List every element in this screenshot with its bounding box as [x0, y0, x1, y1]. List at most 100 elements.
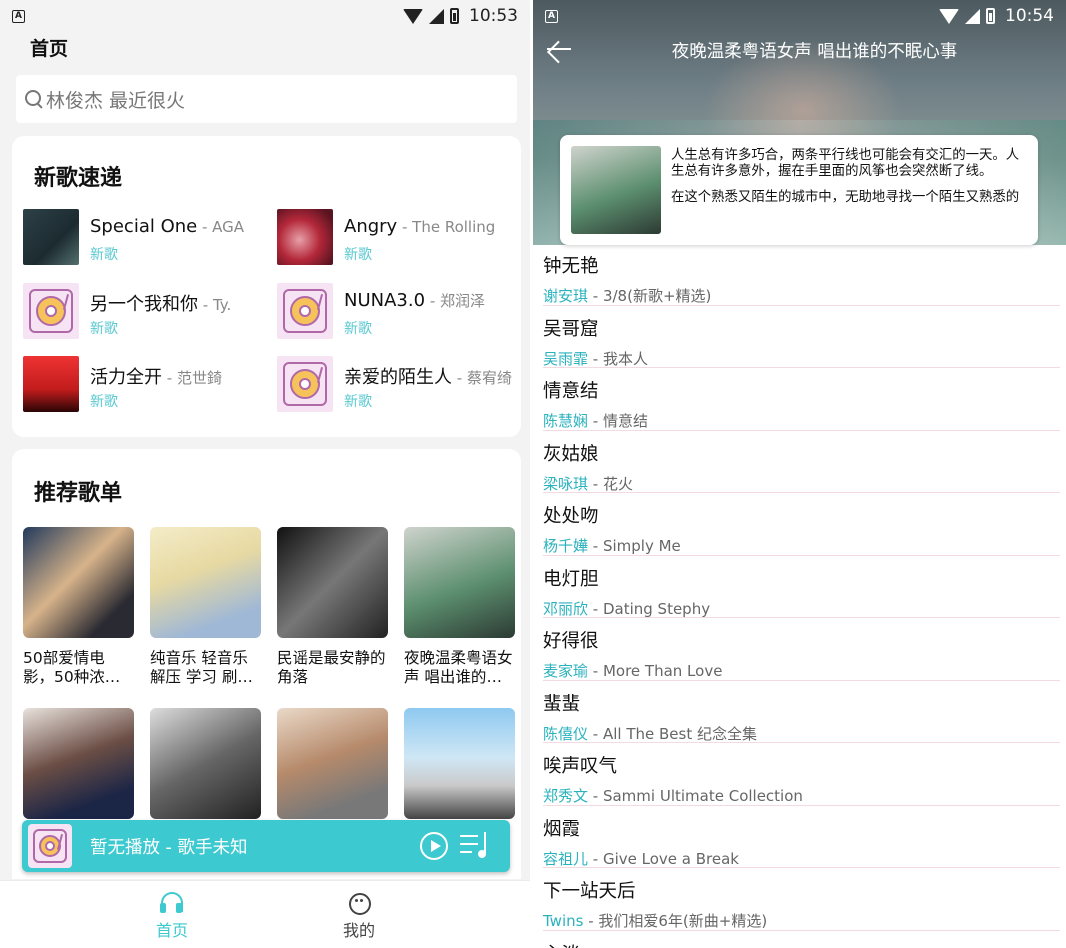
- notification-a-icon: A: [545, 9, 558, 23]
- new-songs-title: 新歌速递: [34, 166, 123, 191]
- track-album: - 3/8(新歌+精选): [588, 287, 712, 305]
- track-name: 蜚蜚: [543, 693, 581, 715]
- track-row[interactable]: 烟霞 容祖儿 - Give Love a Break: [533, 808, 1066, 871]
- new-song-item[interactable]: Angry - The Rolling 新歌: [277, 209, 517, 269]
- new-song-tag: 新歌: [90, 321, 118, 337]
- vinyl-placeholder-icon: [23, 283, 79, 339]
- song-artist: - Ty.: [198, 296, 232, 314]
- playlist-cover: [404, 527, 515, 638]
- vinyl-placeholder-icon: [28, 824, 72, 868]
- new-song-tag: 新歌: [90, 247, 118, 263]
- track-row[interactable]: 下一站天后 Twins - 我们相爱6年(新曲+精选): [533, 870, 1066, 933]
- track-row[interactable]: 唉声叹气 郑秀文 - Sammi Ultimate Collection: [533, 745, 1066, 808]
- track-name: 吴哥窟: [543, 318, 599, 340]
- description-paragraph: 人生总有许多巧合，两条平行线也可能会有交汇的一天。人生总有许多意外，握在手里面的…: [671, 148, 1020, 179]
- headphones-icon: [159, 891, 185, 915]
- playlist-queue-icon[interactable]: [460, 832, 490, 860]
- cellular-signal-icon: [429, 8, 444, 24]
- track-row[interactable]: 电灯胆 邓丽欣 - Dating Stephy: [533, 558, 1066, 621]
- track-row[interactable]: 钟无艳 谢安琪 - 3/8(新歌+精选): [533, 245, 1066, 308]
- new-song-tag: 新歌: [344, 321, 372, 337]
- track-album: - 花火: [588, 474, 633, 493]
- track-singer: 陈僖仪: [543, 724, 589, 743]
- album-cover: [23, 209, 79, 265]
- new-songs-card: 新歌速递 Special One - AGA 新歌 Angry - The Ro…: [12, 136, 521, 437]
- now-playing-text: 暂无播放 - 歌手未知: [90, 838, 248, 858]
- track-name: 唉声叹气: [543, 756, 618, 777]
- track-row[interactable]: 处处吻 杨千嬅 - Simply Me: [533, 495, 1066, 558]
- playlist-item[interactable]: 50部爱情电影，50种浓情蜜意: [23, 527, 134, 687]
- back-arrow-icon[interactable]: [545, 37, 573, 61]
- song-artist: - 范世錡: [162, 369, 222, 387]
- cellular-signal-icon: [965, 8, 980, 24]
- playlist-cover: [150, 527, 261, 638]
- track-singer: 吴雨霏: [543, 349, 589, 368]
- new-song-item[interactable]: NUNA3.0 - 郑润泽 新歌: [277, 283, 517, 343]
- track-album: - Simply Me: [588, 537, 681, 555]
- description-paragraph: 在这个熟悉又陌生的城市中，无助地寻找一个陌生又熟悉的: [671, 190, 1020, 205]
- play-icon[interactable]: [420, 832, 448, 860]
- track-singer: 邓丽欣: [543, 599, 589, 618]
- song-title: Special One: [90, 216, 198, 237]
- song-artist: - 蔡宥绮: [452, 369, 512, 387]
- playlists-title: 推荐歌单: [34, 481, 123, 506]
- track-list: 钟无艳 谢安琪 - 3/8(新歌+精选) 吴哥窟 吴雨霏 - 我本人 情意结 陈…: [533, 245, 1066, 948]
- song-title: NUNA3.0: [344, 290, 426, 311]
- track-album: - 情意结: [588, 412, 648, 430]
- playlist-name: 50部爱情电影，50种浓情蜜意: [23, 649, 121, 686]
- track-row[interactable]: 吴哥窟 吴雨霏 - 我本人: [533, 308, 1066, 371]
- track-album: - Give Love a Break: [588, 849, 739, 868]
- song-artist: - 郑润泽: [425, 292, 485, 310]
- track-singer: 容祖儿: [543, 849, 589, 868]
- status-bar: A 10:54: [533, 0, 1066, 32]
- new-song-tag: 新歌: [344, 394, 372, 410]
- playlist-cover: [404, 708, 515, 819]
- new-song-item[interactable]: Special One - AGA 新歌: [23, 209, 263, 269]
- track-row[interactable]: 情意结 陈慧娴 - 情意结: [533, 370, 1066, 433]
- track-row[interactable]: 蜚蜚 陈僖仪 - All The Best 纪念全集: [533, 683, 1066, 746]
- wifi-icon: [403, 8, 423, 24]
- playlist-item[interactable]: 民谣是最安静的角落: [277, 527, 388, 687]
- playlist-item[interactable]: 夜晚温柔粤语女声 唱出谁的不…: [404, 527, 515, 687]
- status-time: 10:53: [469, 6, 518, 26]
- track-album: - All The Best 纪念全集: [588, 724, 757, 743]
- playlist-cover: [23, 527, 134, 638]
- home-screen: A 10:53 首页 林俊杰 最近很火 新歌速递 Special One - A…: [0, 0, 530, 948]
- track-name: 电灯胆: [543, 568, 599, 590]
- vinyl-placeholder-icon: [277, 283, 333, 339]
- track-row[interactable]: 好得很 麦家瑜 - More Than Love: [533, 620, 1066, 683]
- tab-home[interactable]: 首页: [132, 891, 212, 941]
- battery-icon: [986, 8, 995, 24]
- bottom-tab-bar: 首页 我的: [0, 880, 530, 948]
- tab-me-label: 我的: [342, 921, 375, 940]
- track-row[interactable]: 灰姑娘 梁咏琪 - 花火: [533, 433, 1066, 496]
- new-song-item[interactable]: 活力全开 - 范世錡 新歌: [23, 356, 263, 416]
- new-song-tag: 新歌: [344, 247, 372, 263]
- track-name: 心淡: [543, 940, 580, 948]
- tab-me[interactable]: 我的: [319, 891, 399, 941]
- playlist-item[interactable]: 纯音乐 轻音乐 解压 学习 刷题…: [150, 527, 261, 687]
- track-row[interactable]: 心淡: [533, 933, 1066, 948]
- song-title: 亲爱的陌生人: [344, 367, 452, 388]
- playlist-cover: [571, 146, 661, 234]
- search-icon: [24, 89, 44, 109]
- track-album: - Dating Stephy: [588, 599, 711, 618]
- playlist-name: 夜晚温柔粤语女声 唱出谁的不…: [404, 649, 513, 686]
- playlist-description: 人生总有许多巧合，两条平行线也可能会有交汇的一天。人生总有许多意外，握在手里面的…: [671, 148, 1023, 216]
- playlist-intro-card[interactable]: 人生总有许多巧合，两条平行线也可能会有交汇的一天。人生总有许多意外，握在手里面的…: [560, 135, 1038, 245]
- playlist-name: 民谣是最安静的角落: [277, 649, 386, 686]
- playlists-card: 推荐歌单 50部爱情电影，50种浓情蜜意 纯音乐 轻音乐 解压 学习 刷题… 民…: [12, 449, 521, 879]
- new-song-item[interactable]: 亲爱的陌生人 - 蔡宥绮 新歌: [277, 356, 517, 416]
- album-cover: [277, 209, 333, 265]
- track-album: - More Than Love: [588, 662, 723, 680]
- song-artist: - AGA: [197, 218, 245, 236]
- status-time: 10:54: [1005, 6, 1054, 26]
- new-song-item[interactable]: 另一个我和你 - Ty. 新歌: [23, 283, 263, 343]
- search-placeholder: 林俊杰 最近很火: [46, 89, 186, 112]
- search-bar[interactable]: 林俊杰 最近很火: [16, 75, 517, 123]
- playlist-cover: [277, 708, 388, 819]
- track-name: 处处吻: [543, 506, 599, 527]
- page-title: 首页: [30, 38, 69, 60]
- mini-player[interactable]: 暂无播放 - 歌手未知: [22, 820, 510, 872]
- vinyl-placeholder-icon: [277, 356, 333, 412]
